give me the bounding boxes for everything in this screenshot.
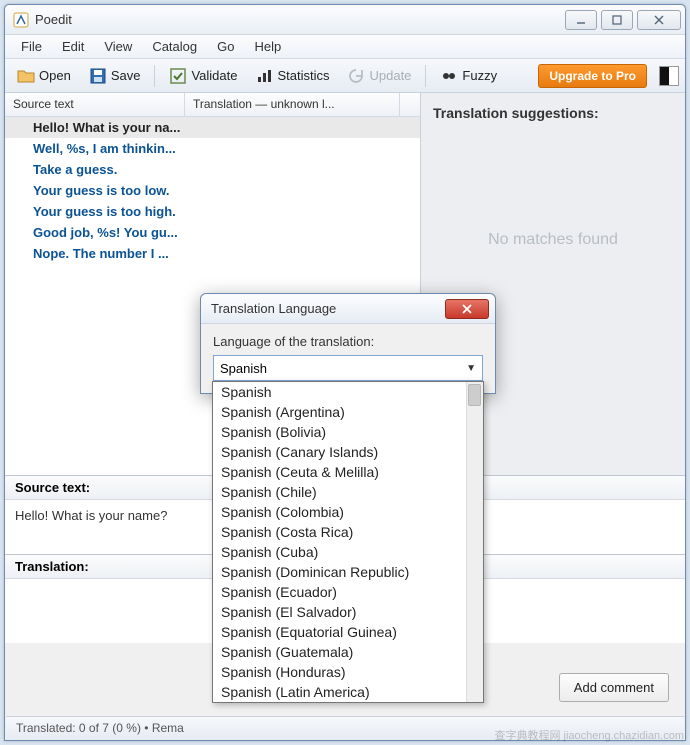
dropdown-item[interactable]: Spanish (Guatemala)	[213, 642, 483, 662]
menu-view[interactable]: View	[94, 37, 142, 56]
col-source[interactable]: Source text	[5, 93, 185, 116]
dropdown-item[interactable]: Spanish (Bolivia)	[213, 422, 483, 442]
save-icon	[89, 67, 107, 85]
table-row[interactable]: Your guess is too low.	[5, 180, 420, 201]
dropdown-item[interactable]: Spanish (El Salvador)	[213, 602, 483, 622]
dropdown-item[interactable]: Spanish (Dominican Republic)	[213, 562, 483, 582]
minimize-button[interactable]	[565, 10, 597, 30]
dialog-close-button[interactable]	[445, 299, 489, 319]
fuzzy-button[interactable]: Fuzzy	[434, 64, 503, 88]
statusbar: Translated: 0 of 7 (0 %) • Rema	[6, 716, 684, 740]
upgrade-button[interactable]: Upgrade to Pro	[538, 64, 647, 88]
add-comment-button[interactable]: Add comment	[559, 673, 669, 702]
dropdown-item[interactable]: Spanish (Latin America)	[213, 682, 483, 702]
close-button[interactable]	[637, 10, 681, 30]
dropdown-item[interactable]: Spanish (Ceuta & Melilla)	[213, 462, 483, 482]
col-extra[interactable]	[400, 93, 420, 116]
statistics-button[interactable]: Statistics	[249, 64, 335, 88]
table-row[interactable]: Good job, %s! You gu...	[5, 222, 420, 243]
suggestions-empty: No matches found	[433, 231, 673, 249]
toolbar: Open Save Validate Statistics Update Fuz…	[5, 59, 685, 93]
language-dropdown: SpanishSpanish (Argentina)Spanish (Boliv…	[212, 381, 484, 703]
chevron-down-icon: ▼	[466, 363, 476, 374]
table-row[interactable]: Well, %s, I am thinkin...	[5, 138, 420, 159]
refresh-icon	[347, 67, 365, 85]
separator	[425, 65, 426, 87]
dropdown-item[interactable]: Spanish (Argentina)	[213, 402, 483, 422]
combo-value: Spanish	[220, 361, 267, 376]
dropdown-scrollbar[interactable]	[466, 382, 483, 702]
save-button[interactable]: Save	[83, 64, 147, 88]
column-header: Source text Translation — unknown l...	[5, 93, 420, 117]
dropdown-item[interactable]: Spanish (Honduras)	[213, 662, 483, 682]
separator	[154, 65, 155, 87]
menubar: File Edit View Catalog Go Help	[5, 35, 685, 59]
table-row[interactable]: Nope. The number I ...	[5, 243, 420, 264]
dialog-title: Translation Language	[211, 301, 445, 316]
suggestions-title: Translation suggestions:	[433, 105, 673, 121]
dialog-titlebar: Translation Language	[201, 294, 495, 324]
language-combo[interactable]: Spanish ▼	[213, 355, 483, 381]
dropdown-item[interactable]: Spanish (Canary Islands)	[213, 442, 483, 462]
table-row[interactable]: Take a guess.	[5, 159, 420, 180]
menu-edit[interactable]: Edit	[52, 37, 94, 56]
update-button: Update	[341, 64, 417, 88]
translation-language-dialog: Translation Language Language of the tra…	[200, 293, 496, 394]
dropdown-item[interactable]: Spanish (Ecuador)	[213, 582, 483, 602]
update-label: Update	[369, 68, 411, 83]
maximize-button[interactable]	[601, 10, 633, 30]
validate-label: Validate	[191, 68, 237, 83]
table-row[interactable]: Your guess is too high.	[5, 201, 420, 222]
window-title: Poedit	[35, 12, 565, 27]
dialog-label: Language of the translation:	[213, 334, 483, 349]
open-button[interactable]: Open	[11, 64, 77, 88]
table-row[interactable]: Hello! What is your na...	[5, 117, 420, 138]
dropdown-item[interactable]: Spanish (Costa Rica)	[213, 522, 483, 542]
col-translation[interactable]: Translation — unknown l...	[185, 93, 400, 116]
dropdown-item[interactable]: Spanish (Chile)	[213, 482, 483, 502]
menu-catalog[interactable]: Catalog	[142, 37, 207, 56]
chart-icon	[255, 67, 273, 85]
menu-help[interactable]: Help	[244, 37, 291, 56]
dropdown-item[interactable]: Spanish (Equatorial Guinea)	[213, 622, 483, 642]
fuzzy-label: Fuzzy	[462, 68, 497, 83]
folder-open-icon	[17, 67, 35, 85]
statistics-label: Statistics	[277, 68, 329, 83]
dropdown-item[interactable]: Spanish (Colombia)	[213, 502, 483, 522]
dropdown-item[interactable]: Spanish (Cuba)	[213, 542, 483, 562]
dropdown-item[interactable]: Spanish	[213, 382, 483, 402]
app-icon	[13, 12, 29, 28]
menu-file[interactable]: File	[11, 37, 52, 56]
check-icon	[169, 67, 187, 85]
titlebar: Poedit	[5, 5, 685, 35]
fuzzy-icon	[440, 67, 458, 85]
validate-button[interactable]: Validate	[163, 64, 243, 88]
menu-go[interactable]: Go	[207, 37, 244, 56]
open-label: Open	[39, 68, 71, 83]
scrollbar-thumb[interactable]	[468, 384, 481, 406]
window-buttons	[565, 10, 681, 30]
contrast-toggle[interactable]	[659, 66, 679, 86]
save-label: Save	[111, 68, 141, 83]
